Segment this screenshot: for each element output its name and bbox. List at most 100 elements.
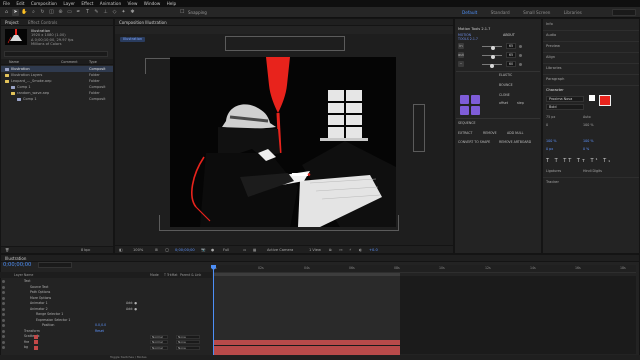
elastic-button[interactable]: ELASTIC: [499, 73, 512, 77]
layer-mode-select[interactable]: Normal: [150, 334, 168, 339]
timeline-current-time[interactable]: 0;00;00;00: [3, 262, 31, 268]
layer-tracks[interactable]: [213, 276, 636, 356]
layer-bar-fire[interactable]: [213, 345, 400, 351]
column-layer-name[interactable]: Layer Name: [14, 272, 33, 278]
clone-stamp-tool-icon[interactable]: ⊥: [102, 9, 109, 16]
workspace-default[interactable]: Default: [462, 10, 477, 15]
menu-view[interactable]: View: [127, 1, 137, 6]
hindi-digits-checkbox[interactable]: Hindi Digits: [583, 169, 602, 173]
current-time[interactable]: 0;00;00;00: [175, 246, 195, 254]
layer-label-color[interactable]: [34, 345, 38, 350]
rotate-tool-icon[interactable]: ↻: [39, 9, 46, 16]
stroke-color-swatch[interactable]: [589, 95, 595, 101]
column-parent[interactable]: Parent & Link: [180, 272, 201, 278]
tsume-value[interactable]: 0 %: [583, 147, 589, 151]
column-mode[interactable]: Mode: [150, 272, 159, 278]
layer-bar-scatter[interactable]: [213, 340, 400, 345]
project-search-input[interactable]: [4, 51, 108, 57]
time-ruler[interactable]: 0s 02s 04s 06s 08s 10s 12s 14s 16s 18s: [213, 265, 636, 273]
remove-artboard-button[interactable]: REMOVE ARTBOARD: [499, 140, 531, 144]
layer-parent-select[interactable]: None: [176, 334, 200, 339]
menu-composition[interactable]: Composition: [31, 1, 57, 6]
visibility-eye-icon[interactable]: [2, 307, 5, 311]
layer-label-color[interactable]: [34, 340, 38, 345]
add-null-button[interactable]: ADD NULL: [507, 131, 523, 135]
fast-preview-icon[interactable]: ⚡: [349, 246, 352, 254]
tab-project[interactable]: Project: [1, 20, 23, 25]
flowchart-icon[interactable]: ⊶: [339, 246, 343, 254]
puppet-tool-icon[interactable]: ✱: [129, 9, 136, 16]
mask-icon[interactable]: ◯: [165, 246, 169, 254]
grid-icon[interactable]: ⊞: [155, 246, 158, 254]
toggle-icon[interactable]: ⧉: [329, 246, 332, 254]
home-icon[interactable]: ⌂: [3, 9, 10, 16]
ease-out-value[interactable]: 65: [506, 52, 516, 58]
anchor-top-left-button[interactable]: [460, 95, 469, 104]
snapping-checkbox[interactable]: ☐: [180, 9, 184, 16]
visibility-eye-icon[interactable]: [2, 296, 5, 300]
brush-tool-icon[interactable]: ✎: [93, 9, 100, 16]
ease-out-reset-icon[interactable]: [519, 53, 522, 57]
ligatures-checkbox[interactable]: Ligatures: [546, 169, 561, 173]
exposure-value[interactable]: +0.0: [369, 246, 378, 254]
leading-value[interactable]: Auto: [583, 115, 591, 119]
visibility-eye-icon[interactable]: [2, 324, 5, 328]
text-style-buttons[interactable]: T T TT Tт T¹ T₁: [546, 158, 612, 164]
menu-edit[interactable]: Edit: [16, 1, 24, 6]
playhead[interactable]: [213, 265, 214, 355]
visibility-eye-icon[interactable]: [2, 285, 5, 289]
visibility-eye-icon[interactable]: [2, 329, 5, 333]
rectangle-tool-icon[interactable]: ▭: [66, 9, 73, 16]
transparency-grid-icon[interactable]: ▦: [253, 246, 256, 254]
composition-chip[interactable]: Illustration: [120, 37, 146, 42]
ease-both-reset-icon[interactable]: [519, 62, 522, 66]
menu-file[interactable]: File: [3, 1, 10, 6]
visibility-eye-icon[interactable]: [2, 318, 5, 322]
reset-exposure-icon[interactable]: ◐: [359, 246, 362, 254]
ease-in-knob[interactable]: [491, 46, 495, 50]
anchor-bottom-left-button[interactable]: [460, 106, 469, 115]
visibility-eye-icon[interactable]: [2, 335, 5, 339]
kerning-value[interactable]: 0: [546, 123, 548, 127]
ease-in-slider[interactable]: [482, 45, 502, 50]
column-type[interactable]: Type: [89, 59, 97, 65]
views-select[interactable]: 1 View: [309, 246, 321, 254]
eraser-tool-icon[interactable]: ◇: [111, 9, 118, 16]
panel-paragraph[interactable]: Paragraph: [546, 77, 564, 81]
about-button[interactable]: ABOUT: [503, 33, 515, 37]
anchor-bottom-right-button[interactable]: [471, 106, 480, 115]
layer-label-color[interactable]: [34, 334, 38, 339]
menu-window[interactable]: Window: [144, 1, 161, 6]
tab-composition[interactable]: Composition Illustration: [115, 20, 171, 25]
remove-button[interactable]: REMOVE: [483, 131, 497, 135]
visibility-eye-icon[interactable]: [2, 340, 5, 344]
column-name[interactable]: Name: [9, 59, 19, 65]
zoom-level[interactable]: 100%: [133, 246, 143, 254]
column-comment[interactable]: Comment: [61, 59, 78, 65]
extract-button[interactable]: EXTRACT: [458, 131, 472, 135]
ease-in-value[interactable]: 65: [506, 43, 516, 49]
column-trkmat[interactable]: T TrkMat: [164, 272, 178, 278]
ease-in-reset-icon[interactable]: [519, 44, 522, 48]
layer-parent-select[interactable]: None: [176, 345, 200, 350]
channel-icon[interactable]: ●: [211, 246, 214, 254]
panel-align[interactable]: Align: [546, 55, 555, 59]
layer-mode-select[interactable]: Normal: [150, 340, 168, 345]
hand-tool-icon[interactable]: ✋: [21, 9, 28, 16]
camera-tool-icon[interactable]: ◫: [48, 9, 55, 16]
ease-out-slider[interactable]: [482, 54, 502, 59]
selection-tool-icon[interactable]: ➤: [12, 9, 19, 16]
roto-brush-tool-icon[interactable]: ✦: [120, 9, 127, 16]
panel-info[interactable]: Info: [546, 22, 553, 26]
region-icon[interactable]: ▭: [243, 246, 246, 254]
panel-preview[interactable]: Preview: [546, 44, 560, 48]
ease-out-knob[interactable]: [491, 55, 495, 59]
pen-tool-icon[interactable]: ✒: [75, 9, 82, 16]
tab-effect-controls[interactable]: Effect Controls: [24, 20, 61, 25]
clone-button[interactable]: CLONE: [499, 93, 510, 97]
convert-to-shape-button[interactable]: CONVERT TO SHAPE: [458, 140, 490, 144]
baseline-shift-value[interactable]: 0 px: [546, 147, 553, 151]
visibility-eye-icon[interactable]: [2, 302, 5, 306]
font-style-select[interactable]: Bold: [546, 104, 584, 110]
trash-icon[interactable]: 🗑: [5, 248, 9, 252]
